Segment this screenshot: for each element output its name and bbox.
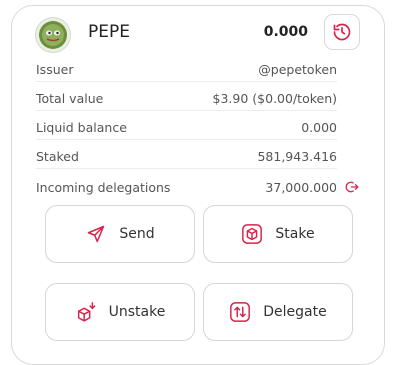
detail-label: Liquid balance <box>36 120 127 135</box>
arrow-right-exit-icon <box>345 181 359 193</box>
delegate-icon <box>229 301 251 323</box>
unstake-button[interactable]: Unstake <box>45 283 195 341</box>
detail-value: 37,000.000 <box>265 179 337 195</box>
detail-row-incoming-delegations: Incoming delegations 37,000.000 <box>36 175 337 199</box>
detail-label: Incoming delegations <box>36 179 171 195</box>
detail-row-issuer: Issuer @pepetoken <box>36 58 337 82</box>
detail-label: Staked <box>36 149 79 164</box>
unstake-icon <box>75 301 97 323</box>
detail-label: Issuer <box>36 62 74 77</box>
detail-row-staked: Staked 581,943.416 <box>36 145 337 169</box>
delegations-link[interactable] <box>345 180 359 194</box>
detail-value: 581,943.416 <box>257 149 337 164</box>
send-button[interactable]: Send <box>45 205 195 263</box>
delegate-button[interactable]: Delegate <box>203 283 353 341</box>
delegate-label: Delegate <box>263 304 327 320</box>
history-button[interactable] <box>324 14 360 50</box>
detail-row-total-value: Total value $3.90 ($0.00/token) <box>36 87 337 111</box>
token-symbol: PEPE <box>88 22 130 42</box>
history-icon <box>333 23 351 41</box>
detail-label: Total value <box>36 91 104 106</box>
send-label: Send <box>119 226 155 242</box>
detail-row-liquid-balance: Liquid balance 0.000 <box>36 116 337 140</box>
token-logo <box>35 17 71 53</box>
detail-value: @pepetoken <box>258 62 337 77</box>
unstake-label: Unstake <box>108 304 166 320</box>
detail-value: 0.000 <box>301 120 337 135</box>
token-balance: 0.000 <box>263 24 308 40</box>
stake-button[interactable]: Stake <box>203 205 353 263</box>
stake-label: Stake <box>275 226 315 242</box>
send-icon <box>85 223 107 245</box>
detail-value: $3.90 ($0.00/token) <box>212 91 337 106</box>
stake-icon <box>241 223 263 245</box>
